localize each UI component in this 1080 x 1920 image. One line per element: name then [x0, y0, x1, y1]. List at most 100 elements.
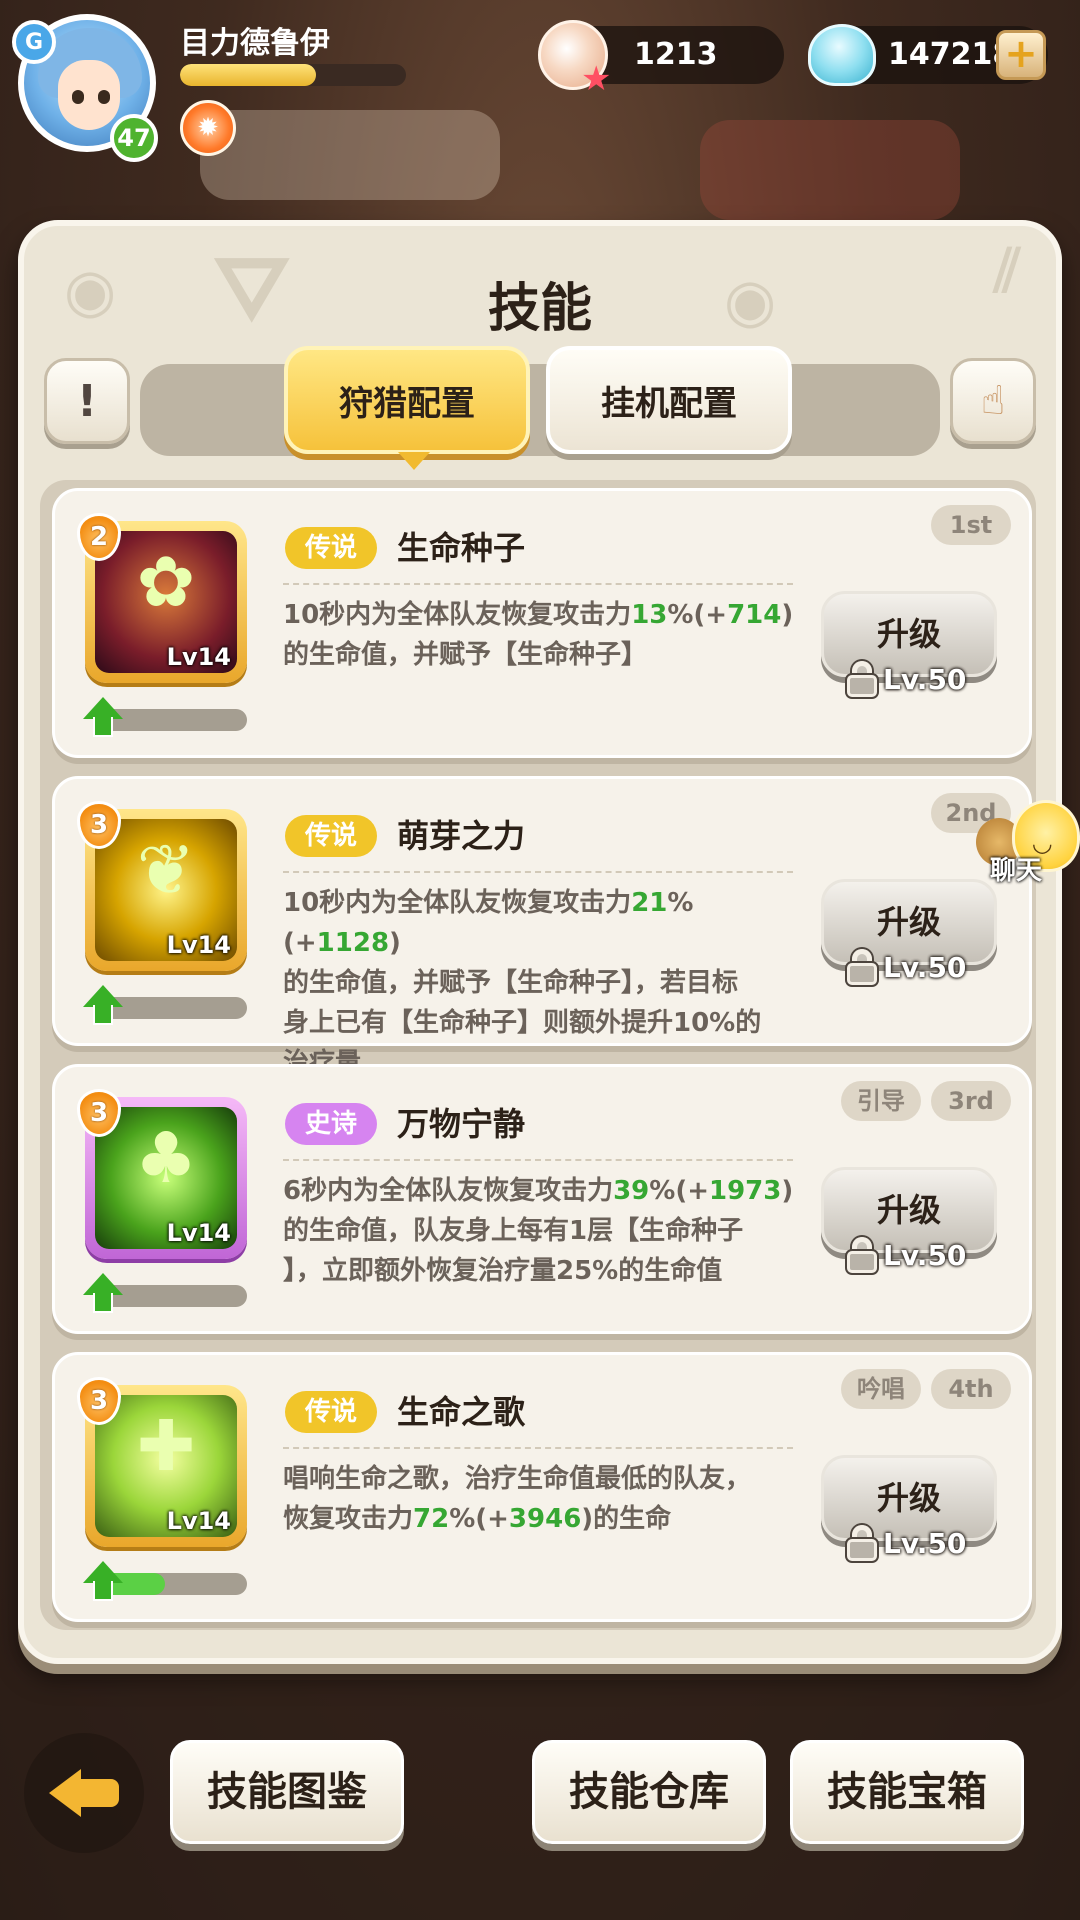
skill-glyph-icon: ✿ [136, 541, 196, 623]
skill-storage-button[interactable]: 技能仓库 [532, 1740, 766, 1844]
back-arrow-tail [79, 1779, 119, 1807]
skill-desc-line: 的生命值，并赋予【生命种子】，若目标 [283, 968, 739, 998]
skill-name: 生命种子 [397, 529, 526, 567]
lock-icon [847, 949, 877, 985]
up-arrow-stem [93, 717, 113, 737]
back-arrow-icon [49, 1769, 119, 1817]
desc-text: 10秒内为全体队友恢复攻击力 [283, 600, 632, 630]
pearl-count: 1213 [634, 37, 718, 72]
skill-card[interactable]: ✚ Lv14 3 传说 生命之歌 唱响生命之歌，治疗生命值最低的队友， 恢复攻击力… [52, 1352, 1032, 1622]
g-badge-icon: G [12, 20, 56, 64]
up-arrow-icon [83, 697, 123, 719]
desc-text: 恢复攻击力 [283, 1504, 414, 1534]
skill-card[interactable]: ❦ Lv14 3 传说 萌芽之力 10秒内为全体队友恢复攻击力21%(+1128… [52, 776, 1032, 1078]
back-button[interactable] [24, 1733, 144, 1853]
lock-level-text: Lv.50 [883, 1238, 967, 1272]
skill-codex-button[interactable]: 技能图鉴 [170, 1740, 404, 1844]
divider [283, 583, 793, 585]
cast-type-tag: 吟唱 [841, 1369, 921, 1409]
skill-chest-button[interactable]: 技能宝箱 [790, 1740, 1024, 1844]
player-avatar[interactable]: G 47 [12, 14, 158, 162]
rarity-badge: 传说 [285, 527, 377, 569]
hand-button[interactable]: ☝ [950, 358, 1036, 444]
avatar-eye [72, 90, 84, 104]
lock-requirement: Lv.50 [847, 945, 966, 989]
slot-tag: 3rd [931, 1081, 1011, 1121]
desc-text: 6秒内为全体队友恢复攻击力 [283, 1176, 614, 1206]
slot-tag: 1st [931, 505, 1011, 545]
desc-text: ) [389, 928, 401, 958]
desc-percent: 21 [631, 888, 668, 918]
skill-desc-line: 6秒内为全体队友恢复攻击力39%(+1973) [283, 1171, 803, 1211]
lock-level-text: Lv.50 [883, 950, 967, 984]
lock-body [847, 1539, 877, 1561]
lock-requirement: Lv.50 [847, 1521, 966, 1565]
lock-level-text: Lv.50 [883, 1526, 967, 1560]
desc-percent: 13 [631, 600, 668, 630]
lock-body [847, 963, 877, 985]
skill-icon-art: ♣ Lv14 [95, 1107, 237, 1249]
title-badge-icon[interactable]: ✹ [180, 100, 236, 156]
info-button[interactable]: ! [44, 358, 130, 444]
exp-bar [180, 64, 406, 86]
add-currency-button[interactable]: + [996, 30, 1046, 80]
chat-label[interactable]: 聊天 [990, 850, 1042, 887]
skill-description: 6秒内为全体队友恢复攻击力39%(+1973) 的生命值，队友身上每有1层【生命种… [283, 1171, 803, 1291]
shell-icon [808, 24, 876, 86]
player-level-badge: 47 [110, 114, 158, 162]
skill-desc-line: 】，立即额外恢复治疗量25%的生命值 [283, 1256, 723, 1286]
desc-bonus: 1128 [316, 928, 390, 958]
skill-desc-line: 的生命值，并赋予【生命种子】 [283, 640, 648, 670]
skill-name: 萌芽之力 [397, 817, 526, 855]
lock-body [847, 675, 877, 697]
tab-hunting-config[interactable]: 狩猎配置 [284, 346, 530, 470]
exp-fill [180, 64, 316, 86]
desc-text: %(+ [667, 600, 728, 630]
divider [283, 1447, 793, 1449]
desc-percent: 39 [613, 1176, 650, 1206]
up-arrow-stem [93, 1581, 113, 1601]
skill-card[interactable]: ♣ Lv14 3 史诗 万物宁静 6秒内为全体队友恢复攻击力39%(+1973)… [52, 1064, 1032, 1334]
skill-glyph-icon: ❦ [136, 829, 196, 911]
divider [283, 871, 793, 873]
desc-bonus: 714 [727, 600, 782, 630]
skill-level: Lv14 [166, 1507, 231, 1535]
skill-desc-line: 唱响生命之歌，治疗生命值最低的队友， [283, 1464, 752, 1494]
bg-banner [200, 110, 500, 200]
skill-desc-line: 10秒内为全体队友恢复攻击力13%(+714) [283, 595, 803, 635]
pearl-icon: ★ [538, 20, 611, 99]
skill-level: Lv14 [166, 931, 231, 959]
avatar-face [58, 60, 120, 130]
skill-desc-line: 恢复攻击力72%(+3946)的生命 [283, 1499, 803, 1539]
back-arrow-head [49, 1769, 81, 1817]
desc-text: %(+ [449, 1504, 509, 1534]
skill-name: 生命之歌 [397, 1393, 526, 1431]
skill-name: 万物宁静 [397, 1105, 526, 1143]
pointing-hand-icon: ☝ [980, 378, 1006, 424]
rarity-badge: 传说 [285, 1391, 377, 1433]
skill-icon-art: ✚ Lv14 [95, 1395, 237, 1537]
skill-desc-line: 的生命值，队友身上每有1层【生命种子 [283, 1216, 744, 1246]
divider [283, 1159, 793, 1161]
skill-desc-line: 身上已有【生命种子】则额外提升10%的 [283, 1008, 762, 1038]
desc-text: ) [781, 1176, 794, 1206]
lock-icon [847, 1525, 877, 1561]
lock-level-text: Lv.50 [883, 662, 967, 696]
lock-requirement: Lv.50 [847, 657, 966, 701]
skill-description: 唱响生命之歌，治疗生命值最低的队友， 恢复攻击力72%(+3946)的生命 [283, 1459, 803, 1539]
desc-percent: 72 [413, 1504, 450, 1534]
avatar-eye [98, 90, 110, 104]
lock-icon [847, 661, 877, 697]
lock-body [847, 1251, 877, 1273]
skill-glyph-icon: ✚ [136, 1405, 196, 1487]
player-name: 目力德鲁伊 [180, 26, 330, 61]
skill-card[interactable]: ✿ Lv14 2 传说 生命种子 10秒内为全体队友恢复攻击力13%(+714)… [52, 488, 1032, 758]
tab-idle-config[interactable]: 挂机配置 [546, 346, 792, 454]
page-title: 技能 [487, 279, 592, 339]
tab-track [140, 364, 940, 456]
desc-text: )的生命 [581, 1504, 672, 1534]
skill-desc-line: 10秒内为全体队友恢复攻击力21%(+1128) [283, 883, 803, 963]
skill-icon-art: ✿ Lv14 [95, 531, 237, 673]
starfish-icon: ★ [581, 59, 612, 99]
up-arrow-icon [83, 1561, 123, 1583]
